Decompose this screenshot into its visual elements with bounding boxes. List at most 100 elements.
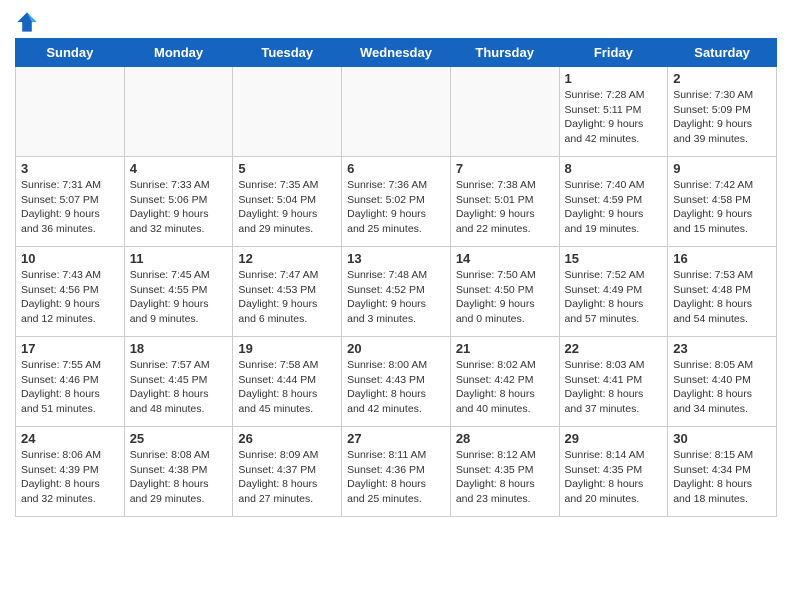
- calendar-cell: 25Sunrise: 8:08 AM Sunset: 4:38 PM Dayli…: [124, 427, 233, 517]
- day-number: 15: [565, 251, 663, 266]
- calendar-cell: 28 Sunrise: 8:12 AM Sunset: 4:35 PM Dayli…: [450, 427, 559, 517]
- day-info: Sunrise: 7:30 AM Sunset: 5:09 PM Dayligh…: [673, 88, 771, 147]
- day-info: Sunrise: 7:50 AM Sunset: 4:50 PM Dayligh…: [456, 268, 554, 327]
- week-row-3: 17 Sunrise: 7:55 AM Sunset: 4:46 PM Dayli…: [16, 337, 777, 427]
- day-info: Sunrise: 7:43 AM Sunset: 4:56 PM Dayligh…: [21, 268, 119, 327]
- header-cell-saturday: Saturday: [668, 39, 777, 67]
- day-number: 26: [238, 431, 336, 446]
- day-number: 8: [565, 161, 663, 176]
- day-info: Sunrise: 7:53 AM Sunset: 4:48 PM Dayligh…: [673, 268, 771, 327]
- calendar-cell: 12Sunrise: 7:47 AM Sunset: 4:53 PM Dayli…: [233, 247, 342, 337]
- day-info: Sunrise: 8:14 AM Sunset: 4:35 PM Dayligh…: [565, 448, 663, 507]
- week-row-2: 10Sunrise: 7:43 AM Sunset: 4:56 PM Dayli…: [16, 247, 777, 337]
- day-info: Sunrise: 8:15 AM Sunset: 4:34 PM Dayligh…: [673, 448, 771, 507]
- calendar-cell: 27Sunrise: 8:11 AM Sunset: 4:36 PM Dayli…: [342, 427, 451, 517]
- day-info: Sunrise: 7:33 AM Sunset: 5:06 PM Dayligh…: [130, 178, 228, 237]
- day-number: 17: [21, 341, 119, 356]
- day-info: Sunrise: 7:40 AM Sunset: 4:59 PM Dayligh…: [565, 178, 663, 237]
- calendar-cell: 4Sunrise: 7:33 AM Sunset: 5:06 PM Daylig…: [124, 157, 233, 247]
- day-number: 11: [130, 251, 228, 266]
- day-number: 28: [456, 431, 554, 446]
- day-number: 9: [673, 161, 771, 176]
- calendar-cell: 22 Sunrise: 8:03 AM Sunset: 4:41 PM Dayli…: [559, 337, 668, 427]
- day-number: 23: [673, 341, 771, 356]
- calendar-cell: 6Sunrise: 7:36 AM Sunset: 5:02 PM Daylig…: [342, 157, 451, 247]
- day-info: Sunrise: 7:31 AM Sunset: 5:07 PM Dayligh…: [21, 178, 119, 237]
- calendar-cell: 24 Sunrise: 8:06 AM Sunset: 4:39 PM Dayli…: [16, 427, 125, 517]
- header: [15, 10, 777, 34]
- day-info: Sunrise: 7:36 AM Sunset: 5:02 PM Dayligh…: [347, 178, 445, 237]
- day-number: 7: [456, 161, 554, 176]
- day-info: Sunrise: 8:12 AM Sunset: 4:35 PM Dayligh…: [456, 448, 554, 507]
- calendar-cell: 1 Sunrise: 7:28 AM Sunset: 5:11 PM Daylig…: [559, 67, 668, 157]
- day-info: Sunrise: 7:52 AM Sunset: 4:49 PM Dayligh…: [565, 268, 663, 327]
- day-number: 30: [673, 431, 771, 446]
- calendar-cell: 11Sunrise: 7:45 AM Sunset: 4:55 PM Dayli…: [124, 247, 233, 337]
- day-info: Sunrise: 7:28 AM Sunset: 5:11 PM Dayligh…: [565, 88, 663, 147]
- day-info: Sunrise: 7:55 AM Sunset: 4:46 PM Dayligh…: [21, 358, 119, 417]
- header-row: SundayMondayTuesdayWednesdayThursdayFrid…: [16, 39, 777, 67]
- calendar-cell: [342, 67, 451, 157]
- day-number: 1: [565, 71, 663, 86]
- day-info: Sunrise: 8:06 AM Sunset: 4:39 PM Dayligh…: [21, 448, 119, 507]
- day-info: Sunrise: 7:48 AM Sunset: 4:52 PM Dayligh…: [347, 268, 445, 327]
- page-container: SundayMondayTuesdayWednesdayThursdayFrid…: [0, 0, 792, 527]
- day-number: 21: [456, 341, 554, 356]
- day-info: Sunrise: 8:09 AM Sunset: 4:37 PM Dayligh…: [238, 448, 336, 507]
- calendar-cell: 16 Sunrise: 7:53 AM Sunset: 4:48 PM Dayli…: [668, 247, 777, 337]
- calendar-cell: 21Sunrise: 8:02 AM Sunset: 4:42 PM Dayli…: [450, 337, 559, 427]
- calendar-header: SundayMondayTuesdayWednesdayThursdayFrid…: [16, 39, 777, 67]
- logo: [15, 10, 43, 34]
- week-row-0: 1 Sunrise: 7:28 AM Sunset: 5:11 PM Daylig…: [16, 67, 777, 157]
- day-number: 14: [456, 251, 554, 266]
- header-cell-thursday: Thursday: [450, 39, 559, 67]
- calendar-body: 1 Sunrise: 7:28 AM Sunset: 5:11 PM Daylig…: [16, 67, 777, 517]
- day-info: Sunrise: 7:57 AM Sunset: 4:45 PM Dayligh…: [130, 358, 228, 417]
- calendar-cell: [124, 67, 233, 157]
- day-number: 22: [565, 341, 663, 356]
- day-number: 3: [21, 161, 119, 176]
- day-info: Sunrise: 8:03 AM Sunset: 4:41 PM Dayligh…: [565, 358, 663, 417]
- calendar-cell: [16, 67, 125, 157]
- calendar-cell: 15 Sunrise: 7:52 AM Sunset: 4:49 PM Dayli…: [559, 247, 668, 337]
- calendar-cell: 18Sunrise: 7:57 AM Sunset: 4:45 PM Dayli…: [124, 337, 233, 427]
- day-number: 12: [238, 251, 336, 266]
- day-number: 5: [238, 161, 336, 176]
- calendar-cell: 29 Sunrise: 8:14 AM Sunset: 4:35 PM Dayli…: [559, 427, 668, 517]
- calendar-cell: 17 Sunrise: 7:55 AM Sunset: 4:46 PM Dayli…: [16, 337, 125, 427]
- calendar-cell: 30 Sunrise: 8:15 AM Sunset: 4:34 PM Dayli…: [668, 427, 777, 517]
- calendar-cell: [450, 67, 559, 157]
- calendar-cell: 5Sunrise: 7:35 AM Sunset: 5:04 PM Daylig…: [233, 157, 342, 247]
- calendar-cell: 20 Sunrise: 8:00 AM Sunset: 4:43 PM Dayli…: [342, 337, 451, 427]
- calendar-cell: 14 Sunrise: 7:50 AM Sunset: 4:50 PM Dayli…: [450, 247, 559, 337]
- day-number: 20: [347, 341, 445, 356]
- calendar-table: SundayMondayTuesdayWednesdayThursdayFrid…: [15, 38, 777, 517]
- calendar-cell: 2 Sunrise: 7:30 AM Sunset: 5:09 PM Daylig…: [668, 67, 777, 157]
- day-number: 24: [21, 431, 119, 446]
- calendar-cell: 19 Sunrise: 7:58 AM Sunset: 4:44 PM Dayli…: [233, 337, 342, 427]
- header-cell-tuesday: Tuesday: [233, 39, 342, 67]
- calendar-cell: 10Sunrise: 7:43 AM Sunset: 4:56 PM Dayli…: [16, 247, 125, 337]
- header-cell-monday: Monday: [124, 39, 233, 67]
- header-cell-wednesday: Wednesday: [342, 39, 451, 67]
- calendar-cell: 26 Sunrise: 8:09 AM Sunset: 4:37 PM Dayli…: [233, 427, 342, 517]
- day-info: Sunrise: 7:58 AM Sunset: 4:44 PM Dayligh…: [238, 358, 336, 417]
- calendar-cell: 13 Sunrise: 7:48 AM Sunset: 4:52 PM Dayli…: [342, 247, 451, 337]
- day-number: 16: [673, 251, 771, 266]
- calendar-cell: 8 Sunrise: 7:40 AM Sunset: 4:59 PM Daylig…: [559, 157, 668, 247]
- day-number: 25: [130, 431, 228, 446]
- calendar-cell: 3 Sunrise: 7:31 AM Sunset: 5:07 PM Daylig…: [16, 157, 125, 247]
- day-number: 29: [565, 431, 663, 446]
- day-info: Sunrise: 7:42 AM Sunset: 4:58 PM Dayligh…: [673, 178, 771, 237]
- calendar-cell: 9 Sunrise: 7:42 AM Sunset: 4:58 PM Daylig…: [668, 157, 777, 247]
- day-number: 27: [347, 431, 445, 446]
- header-cell-friday: Friday: [559, 39, 668, 67]
- week-row-4: 24 Sunrise: 8:06 AM Sunset: 4:39 PM Dayli…: [16, 427, 777, 517]
- calendar-cell: 7Sunrise: 7:38 AM Sunset: 5:01 PM Daylig…: [450, 157, 559, 247]
- header-cell-sunday: Sunday: [16, 39, 125, 67]
- day-number: 2: [673, 71, 771, 86]
- day-info: Sunrise: 8:00 AM Sunset: 4:43 PM Dayligh…: [347, 358, 445, 417]
- logo-icon: [15, 10, 39, 34]
- day-number: 19: [238, 341, 336, 356]
- day-number: 13: [347, 251, 445, 266]
